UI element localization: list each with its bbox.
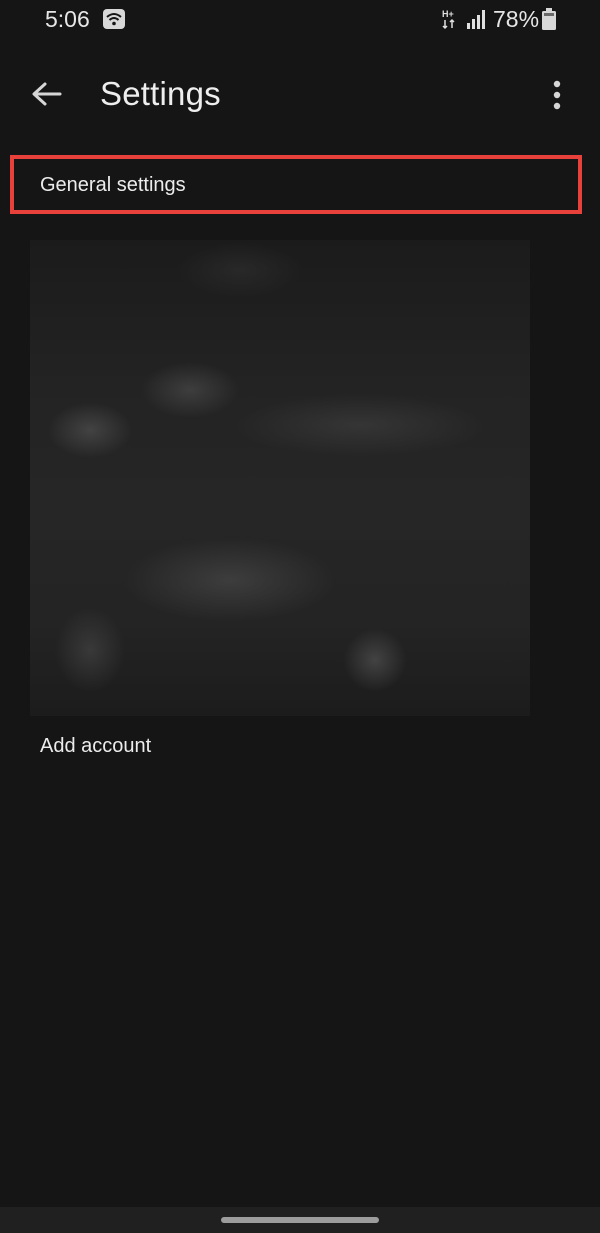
general-settings-label: General settings <box>40 174 186 196</box>
more-options-button[interactable] <box>540 74 574 116</box>
app-bar: Settings <box>0 60 600 130</box>
battery-percent: 78% <box>493 6 540 32</box>
pixelated-account-region <box>30 240 530 716</box>
signal-icon <box>466 9 488 29</box>
svg-text:H+: H+ <box>442 9 454 19</box>
status-time: 5:06 <box>45 6 90 32</box>
home-handle[interactable] <box>221 1217 379 1223</box>
battery-icon <box>542 8 556 30</box>
page-title: Settings <box>100 75 221 112</box>
arrow-back-icon <box>32 82 62 106</box>
blurred-account-list <box>30 240 530 716</box>
data-arrows-icon: H+ <box>441 8 459 30</box>
general-settings-item[interactable]: General settings <box>0 155 600 219</box>
wifi-icon <box>103 9 125 29</box>
status-bar: 5:06 H+ 78% <box>0 0 600 40</box>
navigation-bar <box>0 1207 600 1233</box>
add-account-item[interactable]: Add account <box>0 716 600 780</box>
back-button[interactable] <box>22 72 70 120</box>
settings-screen: 5:06 H+ 78% Settings General settings Ad… <box>0 0 600 1233</box>
add-account-label: Add account <box>40 735 152 757</box>
more-vert-icon <box>553 80 561 110</box>
